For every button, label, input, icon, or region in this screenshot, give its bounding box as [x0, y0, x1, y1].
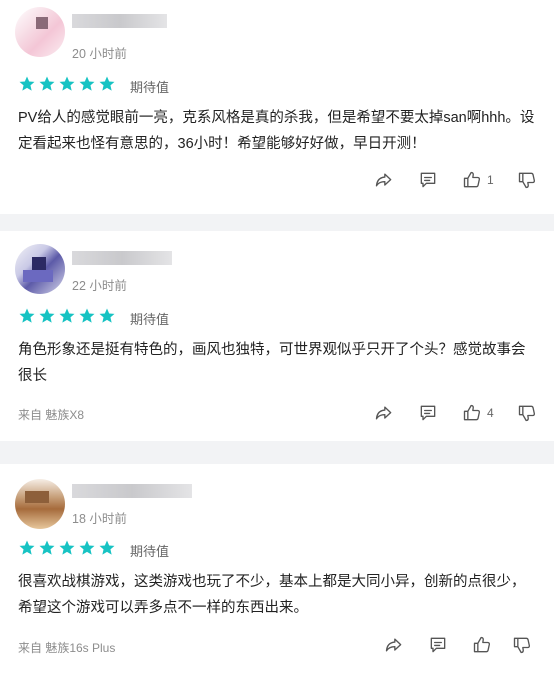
- share-button[interactable]: [374, 170, 394, 190]
- star-icon: [79, 308, 95, 323]
- star-icon: [19, 76, 35, 91]
- star-icon: [39, 76, 55, 91]
- share-button[interactable]: [384, 635, 404, 655]
- review-card: 20 小时前 期待值 PV给人的感觉眼前一亮，克系风格是真的杀我，但是希望不要太…: [0, 0, 554, 214]
- thumbs-down-icon: [513, 637, 531, 654]
- review-time: 20 小时前: [72, 47, 127, 61]
- like-count: 4: [487, 406, 494, 420]
- star-icon: [39, 308, 55, 323]
- review-actions: 4: [374, 403, 537, 423]
- review-time: 22 小时前: [72, 279, 127, 293]
- like-button[interactable]: [472, 635, 492, 655]
- comment-icon: [430, 637, 446, 653]
- rating-label: 期待值: [130, 544, 170, 559]
- comment-icon: [420, 405, 436, 421]
- review-actions: 1: [374, 170, 537, 190]
- comment-button[interactable]: [418, 170, 438, 190]
- star-icon: [59, 540, 75, 555]
- review-content: 很喜欢战棋游戏，这类游戏也玩了不少，基本上都是大同小异，创新的点很少，希望这个游…: [18, 574, 526, 616]
- like-count: 1: [487, 173, 494, 187]
- share-button[interactable]: [374, 403, 394, 423]
- star-icon: [59, 76, 75, 91]
- star-icon: [99, 540, 115, 555]
- review-actions: [384, 635, 532, 655]
- avatar[interactable]: [15, 479, 65, 529]
- rating-stars: [18, 539, 116, 557]
- review-content: PV给人的感觉眼前一亮，克系风格是真的杀我，但是希望不要太掉san啊hhh。设定…: [18, 110, 535, 152]
- thumbs-up-icon: [473, 636, 491, 653]
- comment-icon: [420, 172, 436, 188]
- like-button[interactable]: 1: [462, 170, 497, 190]
- star-icon: [19, 540, 35, 555]
- thumbs-down-icon: [518, 172, 536, 189]
- review-content: 角色形象还是挺有特色的，画风也独特，可世界观似乎只开了个头？感觉故事会很长: [18, 342, 526, 384]
- dislike-button[interactable]: [517, 170, 537, 190]
- dislike-button[interactable]: [517, 403, 537, 423]
- star-icon: [99, 76, 115, 91]
- dislike-button[interactable]: [512, 635, 532, 655]
- thumbs-up-icon: [463, 171, 481, 188]
- thumbs-up-icon: [463, 404, 481, 421]
- rating-stars: [18, 307, 116, 325]
- avatar[interactable]: [15, 244, 65, 294]
- like-button[interactable]: 4: [462, 403, 497, 423]
- star-icon: [79, 76, 95, 91]
- username-blurred[interactable]: [72, 14, 167, 28]
- rating-label: 期待值: [130, 312, 170, 327]
- share-icon: [375, 406, 392, 420]
- username-blurred[interactable]: [72, 484, 192, 498]
- avatar[interactable]: [15, 7, 65, 57]
- star-icon: [19, 308, 35, 323]
- share-icon: [375, 173, 392, 187]
- star-icon: [99, 308, 115, 323]
- username-blurred[interactable]: [72, 251, 172, 265]
- comment-button[interactable]: [428, 635, 448, 655]
- device-label: 来自 魅族X8: [18, 408, 85, 422]
- thumbs-down-icon: [518, 405, 536, 422]
- star-icon: [59, 308, 75, 323]
- device-label: 来自 魅族16s Plus: [18, 641, 116, 655]
- share-icon: [385, 638, 402, 652]
- rating-label: 期待值: [130, 80, 170, 95]
- comment-button[interactable]: [418, 403, 438, 423]
- star-icon: [39, 540, 55, 555]
- rating-stars: [18, 75, 116, 93]
- review-time: 18 小时前: [72, 512, 127, 526]
- star-icon: [79, 540, 95, 555]
